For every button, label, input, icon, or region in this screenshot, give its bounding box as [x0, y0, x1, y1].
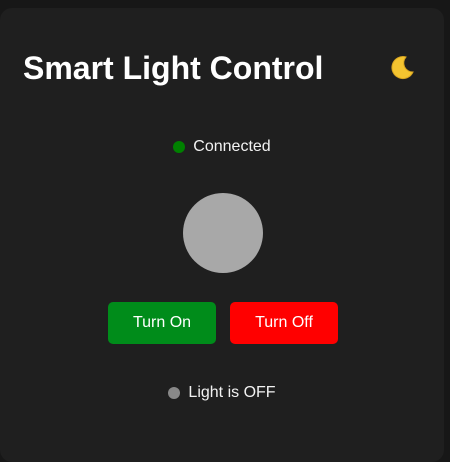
connection-label: Connected: [193, 138, 271, 155]
light-bulb-indicator: [183, 193, 263, 273]
page-title: Smart Light Control: [23, 50, 324, 86]
light-status-dot: [168, 387, 181, 399]
turn-on-button[interactable]: Turn On: [108, 302, 216, 344]
connection-status: Connected: [0, 136, 444, 158]
control-panel: Smart Light Control Connected Turn On Tu…: [0, 8, 444, 462]
moon-icon: [391, 56, 414, 80]
light-status: Light is OFF: [0, 382, 444, 404]
connection-indicator-dot: [173, 141, 186, 153]
light-status-label: Light is OFF: [188, 384, 276, 401]
turn-off-button[interactable]: Turn Off: [230, 302, 338, 344]
theme-toggle-button[interactable]: [384, 50, 420, 86]
